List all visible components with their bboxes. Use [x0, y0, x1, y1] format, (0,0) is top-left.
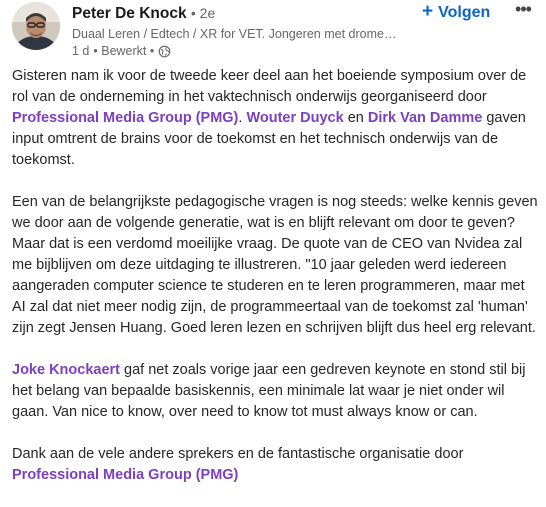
mention-pmg[interactable]: Professional Media Group (PMG): [12, 467, 238, 483]
text: Dank aan de vele andere sprekers en de f…: [12, 446, 464, 462]
mention-pmg[interactable]: Professional Media Group (PMG): [12, 110, 238, 126]
plus-icon: +: [422, 1, 434, 22]
avatar-image: [12, 2, 60, 50]
more-options-icon[interactable]: •••: [512, 0, 534, 22]
linkedin-post: Peter De Knock • 2e Duaal Leren / Edtech…: [0, 0, 546, 483]
mention-joke-knockaert[interactable]: Joke Knockaert: [12, 362, 120, 378]
post-header: Peter De Knock • 2e Duaal Leren / Edtech…: [0, 0, 546, 62]
author-name-line: Peter De Knock • 2e: [72, 3, 412, 24]
post-timestamp-line: 1 d • Bewerkt •: [72, 43, 412, 59]
paragraph-3: Joke Knockaert gaf net zoals vorige jaar…: [12, 360, 538, 423]
connection-degree: • 2e: [190, 5, 216, 21]
text: en: [343, 110, 368, 126]
paragraph-1: Gisteren nam ik voor de tweede keer deel…: [12, 66, 538, 171]
avatar[interactable]: [12, 2, 60, 50]
paragraph-2: Een van de belangrijkste pedagogische vr…: [12, 194, 538, 336]
globe-icon: [158, 45, 171, 58]
mention-dirk-van-damme[interactable]: Dirk Van Damme: [368, 110, 482, 126]
post-time: 1 d: [72, 44, 90, 58]
mention-wouter-duyck[interactable]: Wouter Duyck: [246, 110, 343, 126]
paragraph-4: Dank aan de vele andere sprekers en de f…: [12, 444, 538, 486]
text: Gisteren nam ik voor de tweede keer deel…: [12, 68, 527, 105]
author-headline: Duaal Leren / Edtech / XR for VET. Jonge…: [72, 27, 402, 41]
follow-button[interactable]: + Volgen: [422, 2, 490, 23]
follow-label: Volgen: [438, 4, 491, 21]
author-name[interactable]: Peter De Knock: [72, 5, 187, 22]
edited-label: • Bewerkt •: [93, 44, 155, 58]
author-meta: Peter De Knock • 2e Duaal Leren / Edtech…: [72, 3, 412, 59]
post-body: Gisteren nam ik voor de tweede keer deel…: [12, 66, 538, 507]
